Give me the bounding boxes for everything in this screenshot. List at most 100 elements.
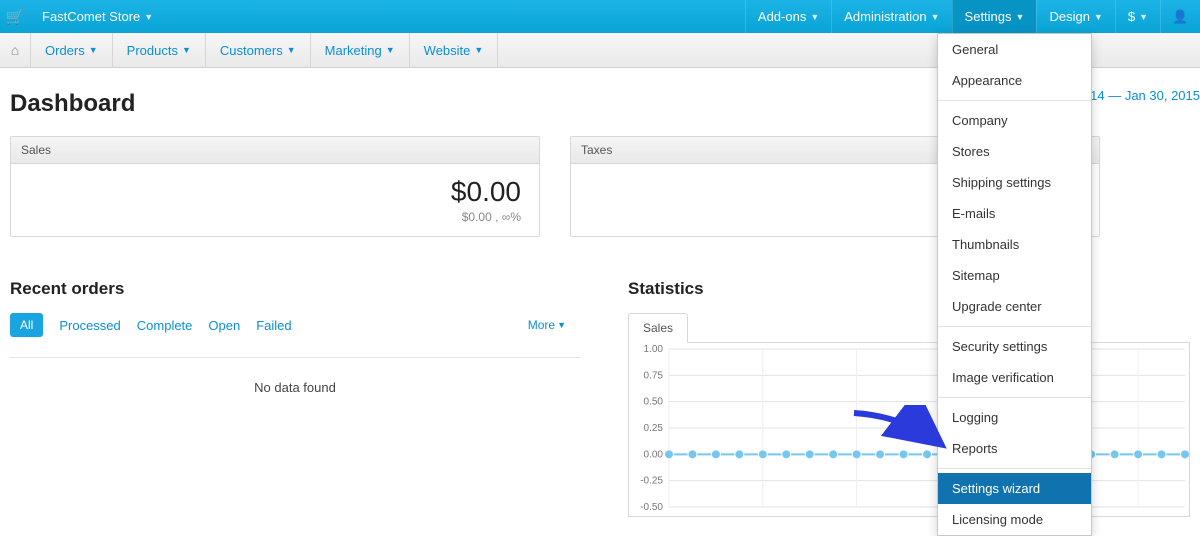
settings-item-appearance[interactable]: Appearance bbox=[938, 65, 1091, 96]
data-point bbox=[735, 450, 744, 459]
statistics-panel: Statistics Sales 1.00 0.75 0.50 0.25 0.00 -0.… bbox=[580, 279, 1190, 517]
data-point bbox=[688, 450, 697, 459]
data-point bbox=[899, 450, 908, 459]
settings-item-licensing-mode[interactable]: Licensing mode bbox=[938, 504, 1091, 535]
data-point bbox=[758, 450, 767, 459]
topnav-[interactable]: $▼ bbox=[1115, 0, 1160, 33]
nav-website[interactable]: Website▼ bbox=[410, 33, 499, 68]
settings-item-thumbnails[interactable]: Thumbnails bbox=[938, 229, 1091, 260]
settings-item-company[interactable]: Company bbox=[938, 105, 1091, 136]
caret-down-icon: ▼ bbox=[810, 12, 819, 22]
menu-separator bbox=[938, 100, 1091, 101]
settings-item-reports[interactable]: Reports bbox=[938, 433, 1091, 464]
settings-item-sitemap[interactable]: Sitemap bbox=[938, 260, 1091, 291]
data-point bbox=[1157, 450, 1166, 459]
home-icon[interactable]: ⌂ bbox=[0, 42, 30, 58]
filter-failed[interactable]: Failed bbox=[256, 318, 291, 333]
nav-customers[interactable]: Customers ▼ bbox=[206, 33, 311, 68]
caret-down-icon: ▼ bbox=[931, 12, 940, 22]
data-point bbox=[829, 450, 838, 459]
card-header: Sales bbox=[11, 137, 539, 164]
settings-item-logging[interactable]: Logging bbox=[938, 402, 1091, 433]
empty-state: No data found bbox=[10, 357, 580, 395]
ytick-label: 0.50 bbox=[644, 397, 664, 408]
settings-item-upgrade-center[interactable]: Upgrade center bbox=[938, 291, 1091, 322]
data-point bbox=[782, 450, 791, 459]
store-name: FastComet Store bbox=[42, 9, 140, 24]
filter-all[interactable]: All bbox=[10, 313, 43, 337]
menu-separator bbox=[938, 326, 1091, 327]
settings-item-security-settings[interactable]: Security settings bbox=[938, 331, 1091, 362]
ytick-label: 0.00 bbox=[644, 449, 664, 460]
recent-orders-heading: Recent orders bbox=[10, 279, 580, 299]
topnav-label: Administration bbox=[844, 9, 926, 24]
filter-open[interactable]: Open bbox=[208, 318, 240, 333]
topnav-label: Add-ons bbox=[758, 9, 806, 24]
nav-label: Orders bbox=[45, 43, 85, 58]
data-point bbox=[665, 450, 674, 459]
ytick-label: -0.25 bbox=[640, 476, 663, 487]
date-range[interactable]: 14 — Jan 30, 2015 bbox=[1090, 88, 1200, 103]
settings-item-settings-wizard[interactable]: Settings wizard bbox=[938, 473, 1091, 504]
data-point bbox=[805, 450, 814, 459]
caret-down-icon: ▼ bbox=[1016, 12, 1025, 22]
topnav-label: $ bbox=[1128, 9, 1135, 24]
user-menu[interactable]: 👤 bbox=[1160, 0, 1200, 33]
tab-sales[interactable]: Sales bbox=[628, 313, 688, 343]
settings-item-image-verification[interactable]: Image verification bbox=[938, 362, 1091, 393]
ytick-label: 1.00 bbox=[644, 344, 664, 355]
cart-icon[interactable]: 🛒 bbox=[0, 8, 30, 26]
caret-down-icon: ▼ bbox=[144, 12, 153, 22]
top-bar: 🛒 FastComet Store ▼ Add-ons▼Administrati… bbox=[0, 0, 1200, 33]
ytick-label: 0.75 bbox=[644, 370, 664, 381]
card-value: $0.00 bbox=[29, 176, 521, 208]
caret-down-icon: ▼ bbox=[1139, 12, 1148, 22]
caret-down-icon: ▼ bbox=[182, 45, 191, 55]
settings-item-stores[interactable]: Stores bbox=[938, 136, 1091, 167]
menu-separator bbox=[938, 468, 1091, 469]
caret-down-icon: ▼ bbox=[89, 45, 98, 55]
order-filters: All Processed Complete Open Failed More▼ bbox=[10, 313, 580, 337]
data-point bbox=[711, 450, 720, 459]
menu-separator bbox=[938, 397, 1091, 398]
nav-label: Products bbox=[127, 43, 178, 58]
card-sub: $0.00 , ∞% bbox=[29, 210, 521, 224]
nav-orders[interactable]: Orders ▼ bbox=[30, 33, 113, 68]
nav-label: Website bbox=[424, 43, 471, 58]
data-point bbox=[1134, 450, 1143, 459]
statistics-heading: Statistics bbox=[628, 279, 1190, 299]
user-icon: 👤 bbox=[1172, 9, 1188, 25]
nav-products[interactable]: Products ▼ bbox=[113, 33, 206, 68]
topnav-administration[interactable]: Administration ▼ bbox=[831, 0, 951, 33]
topnav-label: Design bbox=[1049, 9, 1089, 24]
settings-item-shipping-settings[interactable]: Shipping settings bbox=[938, 167, 1091, 198]
caret-down-icon: ▼ bbox=[474, 45, 483, 55]
more-link[interactable]: More▼ bbox=[528, 318, 580, 332]
caret-down-icon: ▼ bbox=[557, 320, 566, 330]
data-point bbox=[876, 450, 885, 459]
ytick-label: 0.25 bbox=[644, 423, 664, 434]
filter-processed[interactable]: Processed bbox=[59, 318, 120, 333]
nav-label: Customers bbox=[220, 43, 283, 58]
statistics-chart: 1.000.750.500.250.00-0.25-0.50 bbox=[628, 342, 1190, 517]
topnav-addons[interactable]: Add-ons ▼ bbox=[745, 0, 831, 33]
topnav-label: Settings bbox=[965, 9, 1012, 24]
nav-label: Marketing bbox=[325, 43, 382, 58]
caret-down-icon: ▼ bbox=[287, 45, 296, 55]
data-point bbox=[1181, 450, 1190, 459]
settings-item-general[interactable]: General bbox=[938, 34, 1091, 65]
store-switcher[interactable]: FastComet Store ▼ bbox=[30, 0, 165, 33]
topnav-design[interactable]: Design ▼ bbox=[1036, 0, 1114, 33]
settings-item-e-mails[interactable]: E-mails bbox=[938, 198, 1091, 229]
more-label: More bbox=[528, 318, 555, 332]
card-sales: Sales $0.00 $0.00 , ∞% bbox=[10, 136, 540, 237]
settings-dropdown: GeneralAppearance CompanyStoresShipping s… bbox=[937, 33, 1092, 536]
caret-down-icon: ▼ bbox=[386, 45, 395, 55]
recent-orders-panel: Recent orders All Processed Complete Open Fa… bbox=[10, 279, 580, 517]
data-point bbox=[1110, 450, 1119, 459]
data-point bbox=[852, 450, 861, 459]
filter-complete[interactable]: Complete bbox=[137, 318, 193, 333]
caret-down-icon: ▼ bbox=[1094, 12, 1103, 22]
nav-marketing[interactable]: Marketing ▼ bbox=[311, 33, 410, 68]
topnav-settings[interactable]: Settings ▼ bbox=[952, 0, 1037, 33]
